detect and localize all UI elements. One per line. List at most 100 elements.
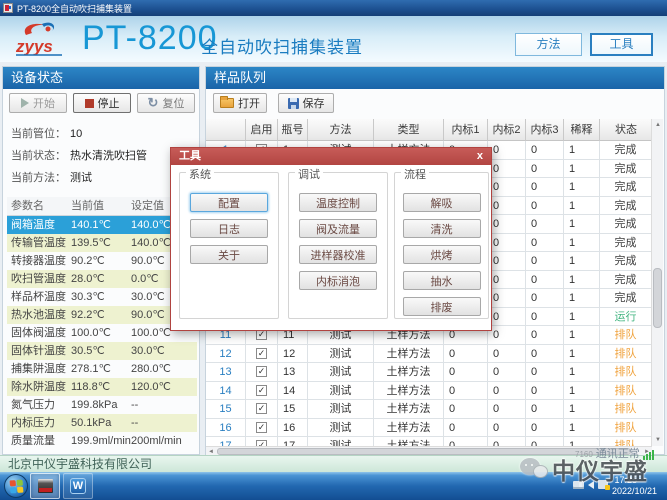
scroll-up-icon[interactable]: ▲ <box>652 119 664 131</box>
internal-std3-cell: 0 <box>526 345 564 363</box>
parameter-row[interactable]: 固体针温度 30.5℃ 30.0℃ <box>7 342 197 360</box>
vertical-scrollbar[interactable]: ▲ ▼ <box>651 119 663 446</box>
internal-std2-cell: 0 <box>488 141 526 159</box>
param-set: 120.0℃ <box>131 378 193 396</box>
parameter-row[interactable]: 固体阀温度 100.0℃ 100.0℃ <box>7 324 197 342</box>
param-name: 除水阱温度 <box>7 378 71 396</box>
reset-button[interactable]: ↻ 复位 <box>137 93 195 113</box>
dialog-button[interactable]: 阀及流量 <box>299 219 377 238</box>
dialog-button[interactable]: 日志 <box>190 219 268 238</box>
status-cell: 排队 <box>600 326 652 344</box>
param-name: 热水池温度 <box>7 306 71 324</box>
tools-button[interactable]: 工具 <box>590 33 653 56</box>
parameter-row[interactable]: 样品杯温度 30.3℃ 30.0℃ <box>7 288 197 306</box>
instrument-app-icon <box>38 479 53 493</box>
type-cell: 土样方法 <box>374 400 444 418</box>
dilution-cell: 1 <box>564 382 600 400</box>
window-titlebar[interactable]: PT-8200全自动吹扫捕集装置 <box>0 0 667 16</box>
dialog-button[interactable]: 排废 <box>403 297 481 316</box>
start-button[interactable] <box>4 474 28 498</box>
stop-button[interactable]: 停止 <box>73 93 131 113</box>
checkbox-checked-icon[interactable]: ✓ <box>256 403 267 414</box>
scroll-down-icon[interactable]: ▼ <box>652 434 664 446</box>
internal-std2-cell: 0 <box>488 252 526 270</box>
method-button[interactable]: 方法 <box>515 33 582 56</box>
enable-cell[interactable]: ✓ <box>246 382 278 400</box>
checkbox-checked-icon[interactable]: ✓ <box>256 422 267 433</box>
internal-std2-cell: 0 <box>488 382 526 400</box>
dialog-button[interactable]: 内标消泡 <box>299 271 377 290</box>
dilution-cell: 1 <box>564 178 600 196</box>
status-cell: 完成 <box>600 252 652 270</box>
row-number: 14 <box>206 382 246 400</box>
app-header: zyys PT-8200 全自动吹扫捕集装置 方法 工具 <box>0 16 667 62</box>
parameter-row[interactable]: 除水阱温度 118.8℃ 120.0℃ <box>7 378 197 396</box>
internal-std2-cell: 0 <box>488 234 526 252</box>
param-set: -- <box>131 414 193 432</box>
status-cell: 完成 <box>600 197 652 215</box>
group-system-label: 系统 <box>186 166 214 182</box>
checkbox-checked-icon[interactable]: ✓ <box>256 385 267 396</box>
current-tube-value: 10 <box>70 128 82 140</box>
parameter-row[interactable]: 内标压力 50.1kPa -- <box>7 414 197 432</box>
dialog-button[interactable]: 关于 <box>190 245 268 264</box>
zyys-logo-icon: zyys <box>12 19 76 59</box>
parameter-row[interactable]: 转接器温度 90.2℃ 90.0℃ <box>7 252 197 270</box>
parameter-row[interactable]: 热水池温度 92.2℃ 90.0℃ <box>7 306 197 324</box>
watermark-text: 中仪宇盛 <box>552 452 648 486</box>
type-cell: 土样方法 <box>374 345 444 363</box>
open-button[interactable]: 打开 <box>213 93 267 113</box>
internal-std2-cell: 0 <box>488 419 526 437</box>
checkbox-checked-icon[interactable]: ✓ <box>256 348 267 359</box>
table-row[interactable]: 14 ✓ 14 测试 土样方法 0 0 0 1 排队 <box>206 382 652 401</box>
parameter-row[interactable]: 传输管温度 139.5℃ 140.0℃ <box>7 234 197 252</box>
dialog-button[interactable]: 抽水 <box>403 271 481 290</box>
dialog-titlebar[interactable]: 工具 x <box>171 148 491 165</box>
method-cell: 测试 <box>308 345 374 363</box>
status-cell: 排队 <box>600 345 652 363</box>
dialog-button[interactable]: 解吸 <box>403 193 481 212</box>
taskbar-app-button[interactable] <box>30 473 60 499</box>
status-cell: 运行 <box>600 308 652 326</box>
param-name: 氮气压力 <box>7 396 71 414</box>
parameter-row[interactable]: 氮气压力 199.8kPa -- <box>7 396 197 414</box>
enable-cell[interactable]: ✓ <box>246 345 278 363</box>
dilution-cell: 1 <box>564 345 600 363</box>
close-icon[interactable]: x <box>477 148 483 165</box>
parameter-row[interactable]: 阀箱温度 140.1℃ 140.0℃ <box>7 216 197 234</box>
enable-cell[interactable]: ✓ <box>246 400 278 418</box>
parameter-row[interactable]: 捕集阱温度 278.1℃ 280.0℃ <box>7 360 197 378</box>
stop-icon <box>85 99 94 108</box>
save-button[interactable]: 保存 <box>278 93 334 113</box>
current-state-value: 热水清洗吹扫管 <box>70 150 147 162</box>
tray-date[interactable]: 2022/10/21 <box>612 486 657 496</box>
dilution-cell: 1 <box>564 215 600 233</box>
table-row[interactable]: 12 ✓ 12 测试 土样方法 0 0 0 1 排队 <box>206 345 652 364</box>
status-cell: 排队 <box>600 382 652 400</box>
dialog-button[interactable]: 配置 <box>190 193 268 212</box>
internal-std2-cell: 0 <box>488 308 526 326</box>
parameter-row[interactable]: 吹扫管温度 28.0℃ 0.0℃ <box>7 270 197 288</box>
dilution-cell: 1 <box>564 326 600 344</box>
taskbar-w-app-button[interactable]: W <box>63 473 93 499</box>
device-panel-title: 设备状态 <box>3 67 199 89</box>
parameters-table: 参数名 当前值 设定值 阀箱温度 140.1℃ 140.0℃ 传输管温度 139… <box>7 197 197 450</box>
dilution-cell: 1 <box>564 141 600 159</box>
table-row[interactable]: 16 ✓ 16 测试 土样方法 0 0 0 1 排队 <box>206 419 652 438</box>
table-row[interactable]: 13 ✓ 13 测试 土样方法 0 0 0 1 排队 <box>206 363 652 382</box>
vscroll-thumb[interactable] <box>653 268 662 328</box>
param-set: -- <box>131 396 193 414</box>
dialog-button[interactable]: 进样器校准 <box>299 245 377 264</box>
table-row[interactable]: 15 ✓ 15 测试 土样方法 0 0 0 1 排队 <box>206 400 652 419</box>
type-cell: 土样方法 <box>374 419 444 437</box>
enable-cell[interactable]: ✓ <box>246 419 278 437</box>
start-button[interactable]: 开始 <box>9 93 67 113</box>
dialog-button[interactable]: 温度控制 <box>299 193 377 212</box>
checkbox-checked-icon[interactable]: ✓ <box>256 366 267 377</box>
enable-cell[interactable]: ✓ <box>246 363 278 381</box>
parameter-row[interactable]: 质量流量 199.9ml/min 200ml/min <box>7 432 197 450</box>
window-icon <box>3 3 13 13</box>
product-model: PT-8200 <box>82 19 218 58</box>
dialog-button[interactable]: 烘烤 <box>403 245 481 264</box>
dialog-button[interactable]: 清洗 <box>403 219 481 238</box>
